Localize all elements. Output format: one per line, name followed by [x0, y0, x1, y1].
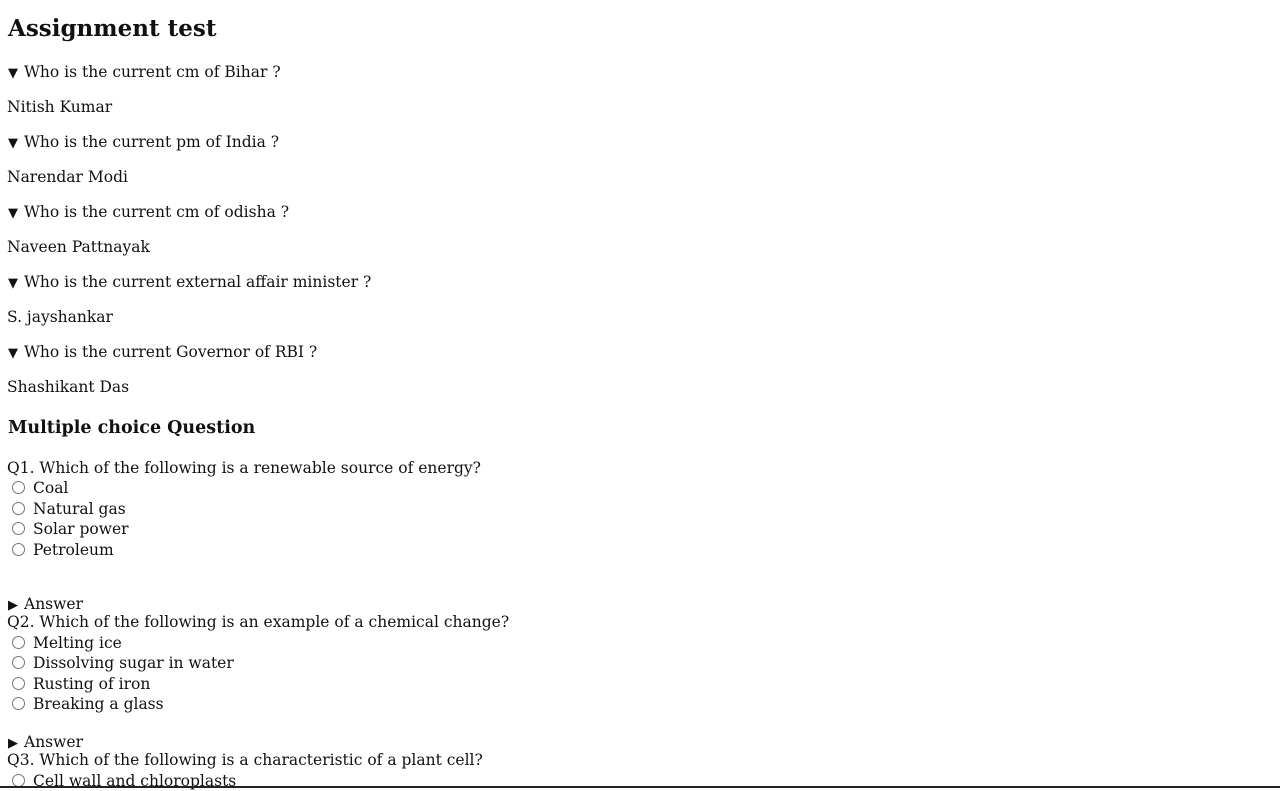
radio-button[interactable]: [12, 522, 25, 535]
faq-summary-5[interactable]: ▼ Who is the current Governor of RBI ?: [8, 342, 317, 364]
radio-button[interactable]: [12, 502, 25, 515]
mcq-question-1: Q1. Which of the following is a renewabl…: [7, 459, 481, 477]
mcq-option[interactable]: Breaking a glass: [12, 694, 164, 714]
radio-button[interactable]: [12, 656, 25, 669]
triangle-down-icon: ▼: [8, 206, 18, 221]
option-label: Breaking a glass: [33, 695, 164, 713]
radio-button[interactable]: [12, 481, 25, 494]
option-label: Dissolving sugar in water: [33, 654, 234, 672]
answer-label: Answer: [24, 733, 83, 751]
radio-button[interactable]: [12, 636, 25, 649]
radio-button[interactable]: [12, 697, 25, 710]
faq-question: Who is the current cm of Bihar ?: [24, 63, 281, 81]
faq-summary-4[interactable]: ▼ Who is the current external affair mini…: [8, 272, 371, 294]
mcq-option[interactable]: Solar power: [12, 519, 129, 539]
option-label: Rusting of iron: [33, 675, 151, 693]
mcq-option[interactable]: Cell wall and chloroplasts: [12, 771, 236, 791]
triangle-down-icon: ▼: [8, 66, 18, 81]
faq-summary-2[interactable]: ▼ Who is the current pm of India ?: [8, 132, 279, 154]
option-label: Solar power: [33, 520, 129, 538]
option-label: Petroleum: [33, 541, 114, 559]
mcq-section-title: Multiple choice Question: [8, 418, 256, 438]
faq-answer-4: S. jayshankar: [7, 308, 113, 326]
faq-answer-2: Narendar Modi: [7, 168, 128, 186]
faq-question: Who is the current external affair minis…: [24, 273, 372, 291]
faq-question: Who is the current cm of odisha ?: [24, 203, 290, 221]
faq-answer-1: Nitish Kumar: [7, 98, 113, 116]
radio-button[interactable]: [12, 677, 25, 690]
triangle-down-icon: ▼: [8, 276, 18, 291]
faq-answer-5: Shashikant Das: [7, 378, 130, 396]
mcq-option[interactable]: Petroleum: [12, 540, 114, 560]
mcq-option[interactable]: Natural gas: [12, 499, 126, 519]
faq-summary-3[interactable]: ▼ Who is the current cm of odisha ?: [8, 202, 289, 224]
option-label: Melting ice: [33, 634, 122, 652]
faq-question: Who is the current Governor of RBI ?: [24, 343, 318, 361]
faq-summary-1[interactable]: ▼ Who is the current cm of Bihar ?: [8, 62, 281, 84]
mcq-option[interactable]: Dissolving sugar in water: [12, 653, 234, 673]
option-label: Natural gas: [33, 500, 126, 518]
mcq-question-3: Q3. Which of the following is a characte…: [7, 751, 483, 769]
option-label: Coal: [33, 479, 69, 497]
page-title: Assignment test: [8, 15, 217, 42]
faq-question: Who is the current pm of India ?: [24, 133, 280, 151]
radio-button[interactable]: [12, 543, 25, 556]
mcq-option[interactable]: Rusting of iron: [12, 674, 150, 694]
page: Assignment test ▼ Who is the current cm o…: [7, 0, 1280, 791]
mcq-option[interactable]: Coal: [12, 478, 68, 498]
triangle-down-icon: ▼: [8, 136, 18, 151]
mcq-question-2: Q2. Which of the following is an example…: [7, 613, 510, 631]
answer-label: Answer: [24, 595, 83, 613]
triangle-down-icon: ▼: [8, 346, 18, 361]
mcq-option[interactable]: Melting ice: [12, 633, 122, 653]
faq-answer-3: Naveen Pattnayak: [7, 238, 150, 256]
